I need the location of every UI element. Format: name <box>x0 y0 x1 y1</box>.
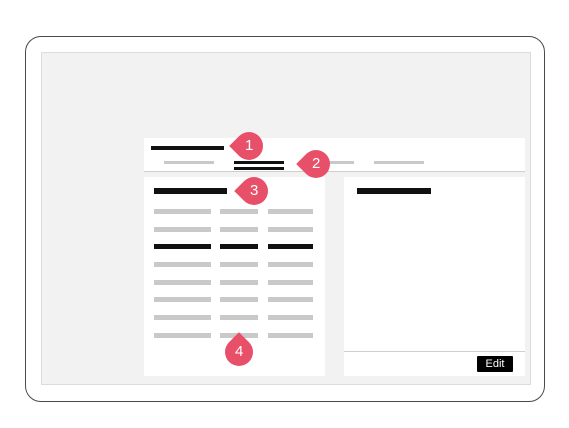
cell-placeholder-selected <box>268 244 313 249</box>
wireframe-diagram: Edit 1 2 3 4 <box>0 0 569 428</box>
callout-number: 2 <box>311 155 321 172</box>
cell-placeholder <box>268 280 313 285</box>
tab-placeholder-active[interactable] <box>234 161 284 164</box>
cell-placeholder <box>220 227 258 232</box>
cell-placeholder <box>220 297 258 302</box>
detail-heading-placeholder <box>357 188 431 194</box>
cell-placeholder <box>154 280 211 285</box>
detail-panel <box>344 177 525 376</box>
cell-placeholder <box>268 262 313 267</box>
cell-placeholder <box>154 315 211 320</box>
callout-number: 4 <box>234 343 244 360</box>
detail-divider <box>344 351 525 352</box>
callout-number: 3 <box>249 182 259 199</box>
callout-number: 1 <box>244 137 254 154</box>
edit-button[interactable]: Edit <box>477 356 513 372</box>
cell-placeholder-selected <box>154 244 211 249</box>
header-divider <box>144 171 525 172</box>
cell-placeholder <box>220 315 258 320</box>
cell-placeholder <box>220 209 258 214</box>
cell-placeholder <box>268 227 313 232</box>
cell-placeholder <box>268 333 313 338</box>
tab-placeholder-4[interactable] <box>374 161 424 164</box>
tab-placeholder-1[interactable] <box>164 161 214 164</box>
cell-placeholder <box>154 333 211 338</box>
cell-placeholder-selected <box>220 244 258 249</box>
cell-placeholder <box>154 297 211 302</box>
cell-placeholder <box>220 280 258 285</box>
cell-placeholder <box>268 209 313 214</box>
cell-placeholder <box>220 262 258 267</box>
cell-placeholder <box>268 297 313 302</box>
title-placeholder <box>151 146 224 150</box>
tab-active-underline <box>234 167 284 170</box>
cell-placeholder <box>268 315 313 320</box>
app-header <box>144 138 525 171</box>
cell-placeholder <box>154 227 211 232</box>
cell-placeholder <box>154 209 211 214</box>
list-heading-placeholder <box>154 188 227 194</box>
cell-placeholder <box>154 262 211 267</box>
